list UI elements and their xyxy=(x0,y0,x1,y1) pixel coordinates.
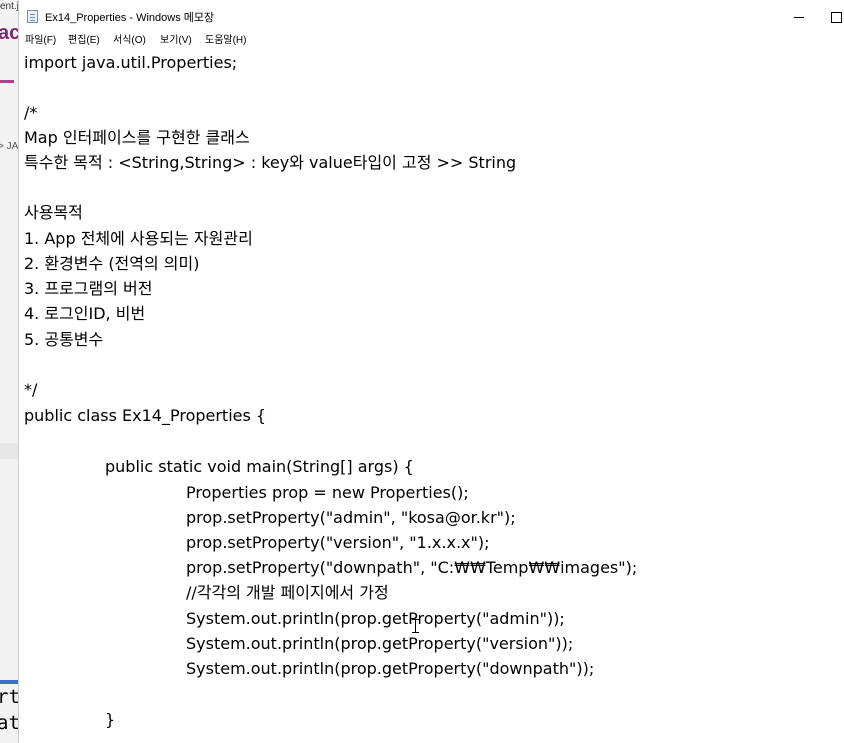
menu-file[interactable]: 파일(F) xyxy=(25,31,56,46)
background-selection-bar xyxy=(0,680,18,684)
code-line: 5. 공통변수 xyxy=(24,330,104,349)
code-line: 3. 프로그램의 버전 xyxy=(24,279,153,298)
code-line: Properties prop = new Properties(); xyxy=(186,483,469,502)
notepad-window: Ex14_Properties - Windows 메모장 파일(F) 편집(E… xyxy=(18,0,844,743)
code-line: import java.util.Properties; xyxy=(24,53,238,72)
code-line: 2. 환경변수 (전역의 의미) xyxy=(24,254,200,273)
notepad-icon[interactable] xyxy=(27,10,38,23)
code-line: public static void main(String[] args) { xyxy=(105,457,414,476)
code-line: public class Ex14_Properties { xyxy=(24,406,267,425)
title-bar[interactable]: Ex14_Properties - Windows 메모장 xyxy=(19,0,844,30)
window-title: Ex14_Properties - Windows 메모장 xyxy=(45,12,215,24)
code-line: 1. App 전체에 사용되는 자원관리 xyxy=(24,229,253,248)
code-line: /* xyxy=(24,103,38,122)
code-line: } xyxy=(105,710,116,729)
text-cursor-icon xyxy=(412,619,419,633)
code-line: System.out.println(prop.getProperty("dow… xyxy=(186,659,595,678)
maximize-button[interactable] xyxy=(827,8,844,26)
code-line: */ xyxy=(24,380,38,399)
background-breadcrumb: > JA xyxy=(0,141,18,152)
text-editor[interactable]: import java.util.Properties; /* Map 인터페이… xyxy=(19,46,844,743)
background-code-line: at xyxy=(0,712,18,734)
code-line: prop.setProperty("downpath", "C:₩₩Temp₩₩… xyxy=(186,558,638,577)
code-line: 특수한 목적 : <String,String> : key와 value타입이… xyxy=(24,153,517,172)
code-line: prop.setProperty("version", "1.x.x.x"); xyxy=(186,533,490,552)
background-accent-bar xyxy=(0,80,14,83)
code-line: System.out.println(prop.getProperty("ver… xyxy=(186,634,574,653)
background-code-line: rt xyxy=(0,686,18,708)
code-line: Map 인터페이스를 구현한 클래스 xyxy=(24,128,250,147)
minimize-button[interactable] xyxy=(789,8,809,26)
code-line: prop.setProperty("admin", "kosa@or.kr"); xyxy=(186,508,516,527)
background-window: ent.j ac > JA rt at xyxy=(0,0,18,743)
menu-edit[interactable]: 편집(E) xyxy=(68,31,100,46)
menu-help[interactable]: 도움말(H) xyxy=(205,31,246,46)
background-band xyxy=(0,443,18,459)
menu-bar: 파일(F) 편집(E) 서식(O) 보기(V) 도움말(H) xyxy=(19,30,844,46)
code-line: System.out.println(prop.getProperty("adm… xyxy=(186,609,565,628)
background-brand: ac xyxy=(0,22,18,44)
code-line: 4. 로그인ID, 비번 xyxy=(24,304,146,323)
background-tab[interactable]: ent.j xyxy=(0,0,18,14)
menu-view[interactable]: 보기(V) xyxy=(160,31,192,46)
menu-format[interactable]: 서식(O) xyxy=(113,31,146,46)
code-line: //각각의 개발 페이지에서 가정 xyxy=(186,583,389,602)
code-line: 사용목적 xyxy=(24,203,83,222)
